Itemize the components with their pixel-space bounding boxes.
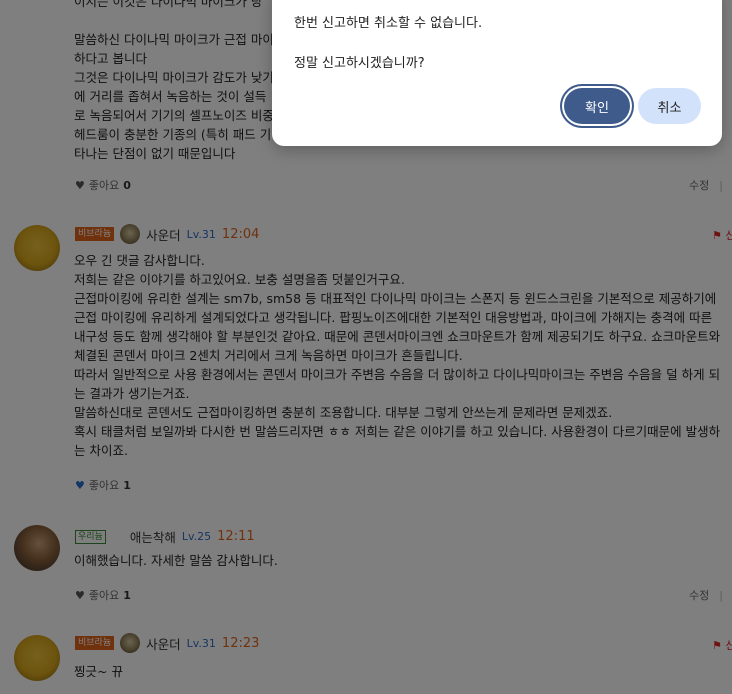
dialog-question: 정말 신고하시겠습니까? bbox=[294, 56, 425, 71]
dialog-message: 한번 신고하면 취소할 수 없습니다. bbox=[294, 16, 483, 31]
comment-page: 이지는 이것은 다이나믹 마이크가 당 말씀하신 다이나믹 마이크가 근접 마이… bbox=[0, 0, 732, 694]
report-confirm-dialog: 한번 신고하면 취소할 수 없습니다. 정말 신고하시겠습니까? 확인 취소 bbox=[272, 0, 722, 146]
cancel-button[interactable]: 취소 bbox=[638, 88, 701, 124]
confirm-button[interactable]: 확인 bbox=[564, 88, 630, 124]
